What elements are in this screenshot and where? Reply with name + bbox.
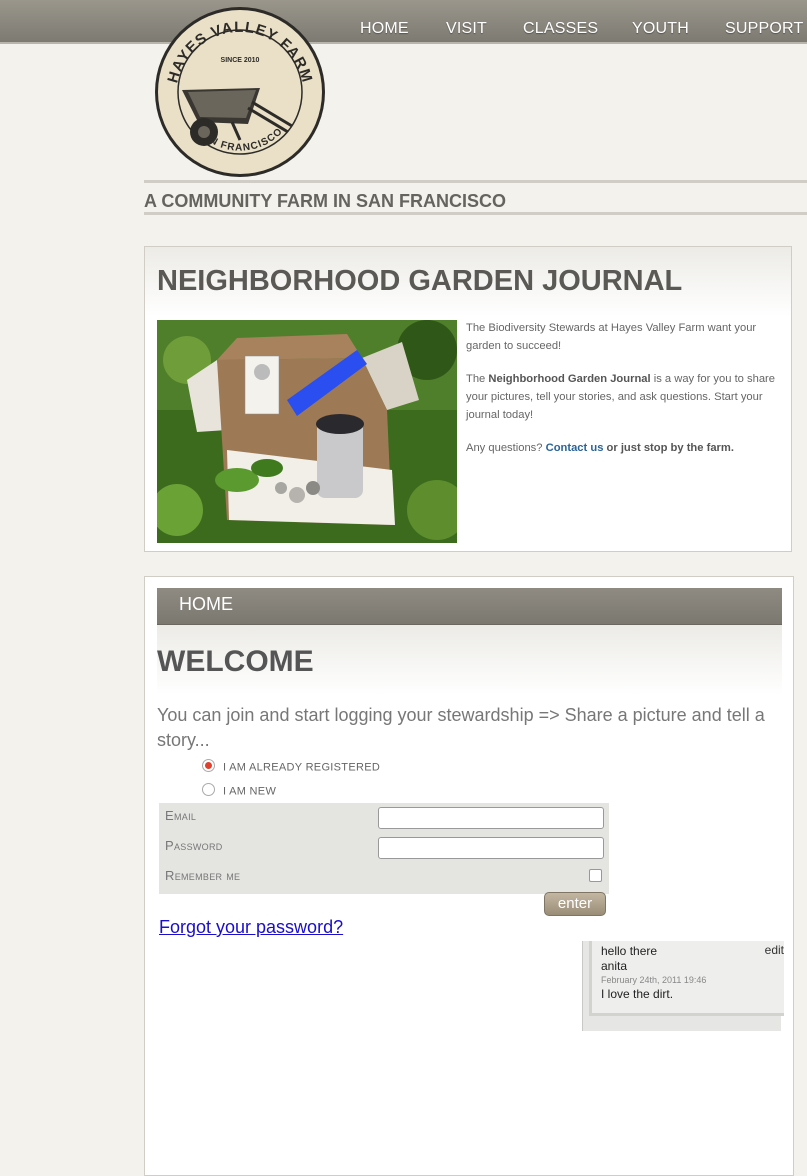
radio-new[interactable]: I AM NEW [202,783,276,798]
home-panel: HOME WELCOME You can join and start logg… [144,576,794,1176]
email-label: Email [165,808,197,823]
comment-author: anita [601,959,628,973]
remember-label: Remember me [165,868,241,883]
email-field[interactable] [378,807,604,829]
site-tagline: A COMMUNITY FARM IN SAN FRANCISCO [144,191,506,211]
nav-home[interactable]: HOME [360,20,409,38]
enter-button[interactable]: enter [544,892,606,916]
radio-button[interactable] [202,783,215,796]
journal-panel: NEIGHBORHOOD GARDEN JOURNAL The Biodiver… [144,246,792,552]
welcome-text: You can join and start logging your stew… [157,705,765,750]
remember-checkbox[interactable] [589,869,602,882]
comment-card: hello there edit anita February 24th, 20… [582,941,784,1031]
nav-classes[interactable]: CLASSES [523,20,598,38]
radio-button-selected[interactable] [202,759,215,772]
divider [144,212,807,215]
nav-visit[interactable]: VISIT [446,20,487,38]
intro-paragraph: Any questions? Contact us or just stop b… [466,442,734,454]
tab-home[interactable]: HOME [179,594,233,615]
contact-link[interactable]: Contact us [546,442,604,454]
home-tab-bar: HOME [157,588,782,625]
password-label: Password [165,838,223,853]
farm-logo[interactable]: HAYES VALLEY FARM SAN FRANCISCO SINCE 20… [152,4,328,180]
svg-text:SINCE 2010: SINCE 2010 [221,57,260,64]
forgot-password-link[interactable]: Forgot your password? [159,917,343,938]
comment-title: hello there [601,944,658,958]
radio-registered[interactable]: I AM ALREADY REGISTERED [202,759,380,774]
password-field[interactable] [378,837,604,859]
welcome-title: WELCOME [157,645,314,678]
garden-kit-photo [157,320,457,543]
page-title: NEIGHBORHOOD GARDEN JOURNAL [157,265,683,297]
comment-edit-link[interactable]: edit [765,943,784,957]
comment-body-box: hello there edit anita February 24th, 20… [589,941,784,1016]
journal-name: Neighborhood Garden Journal [488,373,651,385]
intro-paragraph: The Biodiversity Stewards at Hayes Valle… [466,322,757,352]
top-nav-bar: HOME VISIT CLASSES YOUTH SUPPORT [0,0,807,44]
intro-paragraph: The Neighborhood Garden Journal is a way… [466,373,775,421]
comment-text: I love the dirt. [601,987,674,1001]
login-form: Email Password Remember me [159,803,609,894]
comment-timestamp: February 24th, 2011 19:46 [601,975,707,985]
nav-youth[interactable]: YOUTH [632,20,689,38]
nav-support[interactable]: SUPPORT [725,20,803,38]
divider [144,180,807,183]
journal-intro: The Biodiversity Stewards at Hayes Valle… [466,319,786,472]
